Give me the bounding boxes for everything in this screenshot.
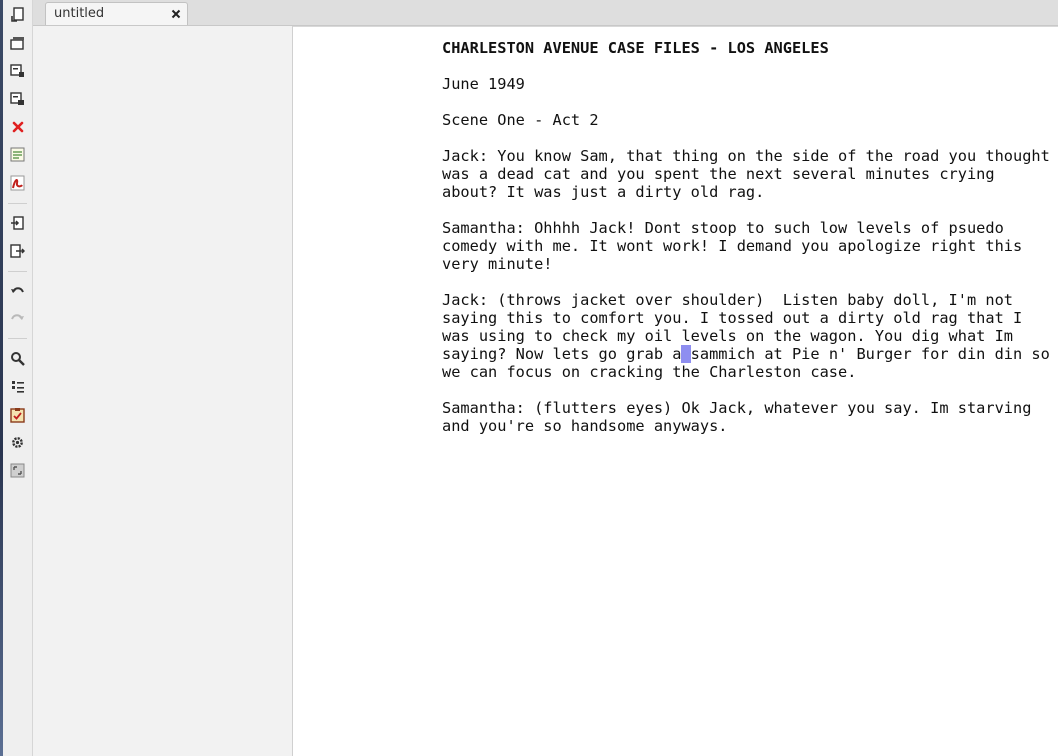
text-cursor-highlight [681, 345, 691, 363]
outline-list-icon[interactable] [9, 378, 26, 395]
tab-close-icon[interactable] [170, 8, 182, 20]
search-icon[interactable] [9, 350, 26, 367]
checklist-icon[interactable] [9, 406, 26, 423]
toolbar-separator [8, 338, 27, 339]
tab-title: untitled [54, 6, 105, 21]
save-icon[interactable] [9, 62, 26, 79]
vertical-toolbar [3, 0, 33, 756]
toolbar-separator [8, 271, 27, 272]
save-as-icon[interactable] [9, 90, 26, 107]
app-window: untitled CHARLESTON AVENUE CASE FILES - … [0, 0, 1058, 756]
notes-icon[interactable] [9, 146, 26, 163]
redo-icon[interactable] [9, 309, 26, 326]
undo-icon[interactable] [9, 282, 26, 299]
dialogue-paragraph: Jack: (throws jacket over shoulder) List… [442, 291, 1058, 381]
export-icon[interactable] [9, 242, 26, 259]
editor-area[interactable]: CHARLESTON AVENUE CASE FILES - LOS ANGEL… [293, 26, 1058, 756]
document-title: CHARLESTON AVENUE CASE FILES - LOS ANGEL… [442, 39, 829, 57]
dialogue-paragraph: Samantha: Ohhhh Jack! Dont stoop to such… [442, 219, 1032, 273]
tab-bar: untitled [33, 0, 1058, 26]
side-panel [33, 26, 293, 756]
open-documents-icon[interactable] [9, 34, 26, 51]
toolbar-separator [8, 203, 27, 204]
import-icon[interactable] [9, 214, 26, 231]
tab-untitled[interactable]: untitled [45, 2, 188, 25]
fullscreen-icon[interactable] [9, 462, 26, 479]
document-date: June 1949 [442, 75, 525, 93]
scene-heading: Scene One - Act 2 [442, 111, 599, 129]
settings-gear-icon[interactable] [9, 434, 26, 451]
close-icon[interactable] [9, 118, 26, 135]
new-document-icon[interactable] [9, 6, 26, 23]
dialogue-paragraph: Samantha: (flutters eyes) Ok Jack, whate… [442, 399, 1041, 435]
dialogue-paragraph: Jack: You know Sam, that thing on the si… [442, 147, 1050, 201]
pdf-icon[interactable] [9, 174, 26, 191]
script-text[interactable]: CHARLESTON AVENUE CASE FILES - LOS ANGEL… [442, 39, 1052, 435]
